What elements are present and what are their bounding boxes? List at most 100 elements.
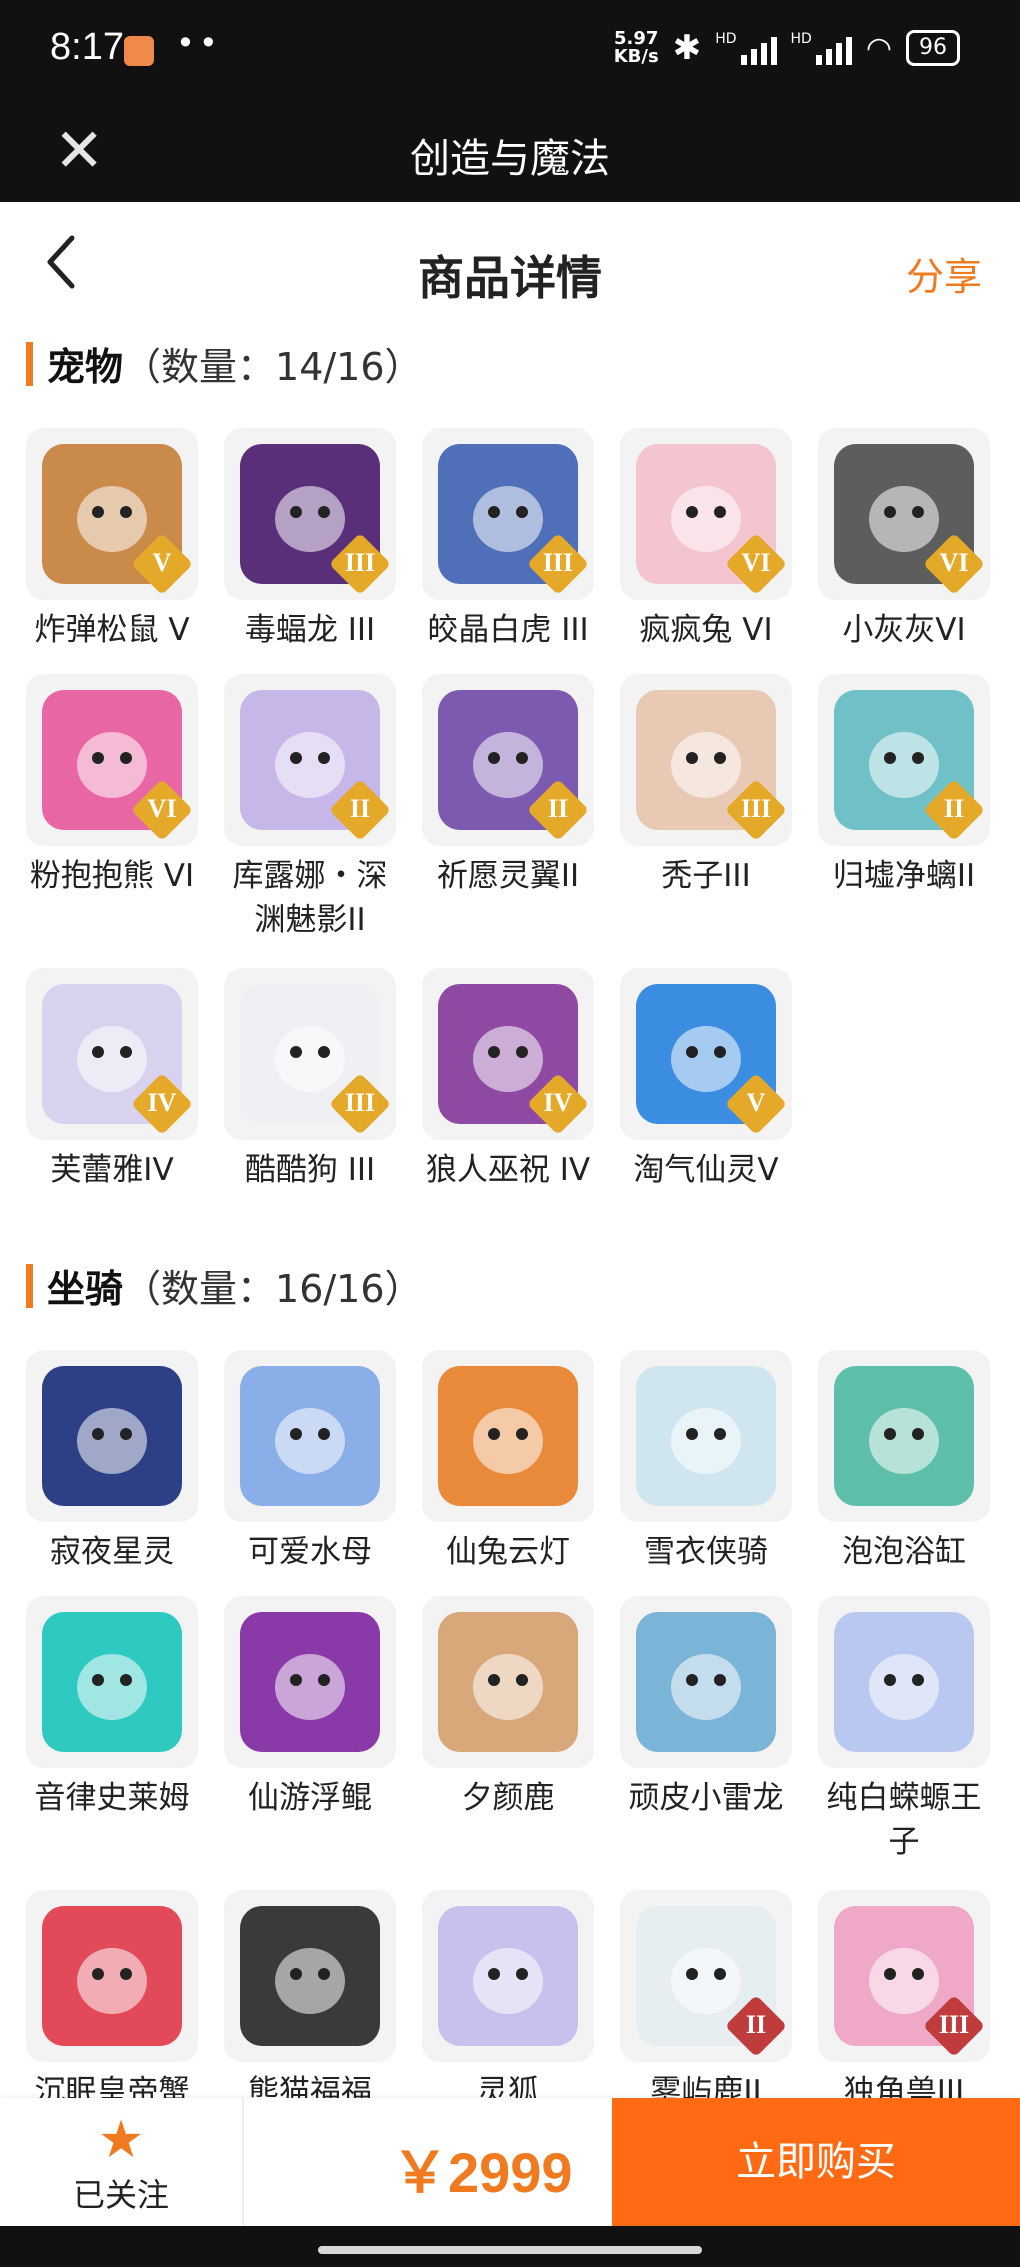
buy-now-button[interactable]: 立即购买 bbox=[612, 2098, 1020, 2226]
pets-item[interactable]: III 毒蝠龙 III bbox=[224, 428, 396, 674]
mounts-item[interactable]: 泡泡浴缸 bbox=[818, 1350, 990, 1596]
tier-badge-text: IV bbox=[147, 1088, 177, 1117]
pets-item[interactable]: V 炸弹松鼠 V bbox=[26, 428, 198, 674]
star-icon: ★ bbox=[97, 2110, 145, 2170]
mounts-item-label: 泡泡浴缸 bbox=[842, 1534, 966, 1570]
mounts-item-thumbnail bbox=[422, 1890, 594, 2062]
mounts-item-thumbnail bbox=[422, 1350, 594, 1522]
mounts-item[interactable]: 雪衣侠骑 bbox=[620, 1350, 792, 1596]
tier-badge-text: VI bbox=[939, 548, 969, 577]
character-image-icon bbox=[240, 1906, 380, 2046]
character-image-icon bbox=[834, 1612, 974, 1752]
follow-button[interactable]: ★ 已关注 bbox=[0, 2098, 244, 2226]
battery-icon: 96 bbox=[906, 30, 960, 66]
follow-label: 已关注 bbox=[72, 2176, 169, 2214]
tier-badge-text: V bbox=[746, 1088, 766, 1117]
pets-item-thumbnail: V bbox=[620, 968, 792, 1140]
section-marker bbox=[26, 341, 33, 386]
pets-item-label: 秃子III bbox=[661, 858, 751, 894]
mounts-section-title: 坐骑 （数量：16/16） bbox=[26, 1258, 423, 1313]
pets-item[interactable]: VI 小灰灰VI bbox=[818, 428, 990, 674]
character-image-icon bbox=[42, 1612, 182, 1752]
tier-badge-text: IV bbox=[543, 1088, 573, 1117]
character-image-icon bbox=[636, 1612, 776, 1752]
mounts-item-thumbnail bbox=[26, 1596, 198, 1768]
bottom-action-bar: ★ 已关注 ￥2999 立即购买 bbox=[0, 2098, 1020, 2226]
character-image-icon bbox=[834, 1366, 974, 1506]
character-image-icon bbox=[438, 1906, 578, 2046]
mounts-item-thumbnail bbox=[26, 1890, 198, 2062]
tier-badge-text: II bbox=[547, 794, 569, 823]
mounts-item[interactable]: 顽皮小雷龙 bbox=[620, 1596, 792, 1890]
mounts-item-label: 纯白蝾螈王子 bbox=[826, 1780, 982, 1860]
tier-badge-text: III bbox=[344, 1088, 376, 1117]
pets-item[interactable]: V 淘气仙灵V bbox=[620, 968, 792, 1214]
mounts-item[interactable]: 夕颜鹿 bbox=[422, 1596, 594, 1890]
section-marker bbox=[26, 1263, 33, 1308]
pets-item[interactable]: IV 狼人巫祝 IV bbox=[422, 968, 594, 1214]
mounts-item-thumbnail bbox=[224, 1350, 396, 1522]
tier-badge-text: II bbox=[943, 794, 965, 823]
mounts-section-name: 坐骑 bbox=[47, 1267, 124, 1311]
pets-item[interactable]: III 皎晶白虎 III bbox=[422, 428, 594, 674]
mounts-item[interactable]: 仙兔云灯 bbox=[422, 1350, 594, 1596]
tier-badge-text: II bbox=[349, 794, 371, 823]
mounts-item[interactable]: 可爱水母 bbox=[224, 1350, 396, 1596]
tier-badge-text: III bbox=[542, 548, 574, 577]
mounts-item-label: 雪衣侠骑 bbox=[644, 1534, 768, 1570]
character-image-icon bbox=[42, 1906, 182, 2046]
tier-badge-text: II bbox=[745, 2010, 767, 2039]
pets-item[interactable]: II 祈愿灵翼II bbox=[422, 674, 594, 968]
page-title: 商品详情 bbox=[418, 251, 602, 305]
pets-item-label: 淘气仙灵V bbox=[633, 1152, 779, 1188]
status-bar: 8:17 •• 5.97 KB/s ✱ HD HD ◠ 96 bbox=[0, 0, 1020, 100]
network-speed-unit: KB/s bbox=[613, 46, 659, 67]
mounts-item[interactable]: 音律史莱姆 bbox=[26, 1596, 198, 1890]
character-image-icon bbox=[240, 1366, 380, 1506]
notification-app-icon bbox=[124, 36, 154, 66]
pets-item[interactable]: III 秃子III bbox=[620, 674, 792, 968]
character-image-icon bbox=[42, 1366, 182, 1506]
mounts-item-thumbnail bbox=[26, 1350, 198, 1522]
mounts-item-thumbnail: III bbox=[818, 1890, 990, 2062]
mounts-item-label: 夕颜鹿 bbox=[461, 1780, 555, 1816]
tier-badge-text: III bbox=[344, 548, 376, 577]
pets-item[interactable]: II 归墟净螭II bbox=[818, 674, 990, 968]
pets-item-label: 归墟净螭II bbox=[832, 858, 976, 894]
mounts-item-thumbnail bbox=[620, 1596, 792, 1768]
pets-item[interactable]: VI 疯疯兔 VI bbox=[620, 428, 792, 674]
status-time: 8:17 bbox=[50, 26, 124, 68]
app-title: 创造与魔法 bbox=[410, 136, 610, 182]
home-gesture-handle[interactable] bbox=[318, 2246, 702, 2254]
pets-item[interactable]: VI 粉抱抱熊 VI bbox=[26, 674, 198, 968]
pets-item-thumbnail: IV bbox=[422, 968, 594, 1140]
pets-item-thumbnail: III bbox=[422, 428, 594, 600]
mounts-grid: 寂夜星灵 可爱水母 仙兔云灯 雪衣侠骑 泡泡浴缸音律史莱姆 仙游浮鲲 夕颜鹿 顽皮小雷龙 纯白蝾… bbox=[26, 1350, 998, 2136]
pets-item[interactable]: II 库露娜・深渊魅影II bbox=[224, 674, 396, 968]
mounts-item[interactable]: 寂夜星灵 bbox=[26, 1350, 198, 1596]
pets-item-thumbnail: V bbox=[26, 428, 198, 600]
character-image-icon bbox=[438, 1612, 578, 1752]
mounts-item-thumbnail bbox=[818, 1596, 990, 1768]
hd-label-2: HD bbox=[790, 31, 812, 47]
bluetooth-icon: ✱ bbox=[672, 28, 702, 68]
pets-item-thumbnail: VI bbox=[620, 428, 792, 600]
mounts-item[interactable]: 纯白蝾螈王子 bbox=[818, 1596, 990, 1890]
mounts-item[interactable]: 仙游浮鲲 bbox=[224, 1596, 396, 1890]
pets-item-thumbnail: III bbox=[224, 428, 396, 600]
page-header: 商品详情 分享 bbox=[0, 202, 1020, 332]
status-icons: 5.97 KB/s ✱ HD HD ◠ 96 bbox=[614, 28, 960, 68]
share-button[interactable]: 分享 bbox=[906, 246, 982, 301]
pets-item-thumbnail: II bbox=[224, 674, 396, 846]
pets-item-label: 毒蝠龙 III bbox=[244, 612, 376, 648]
wifi-icon: ◠ bbox=[865, 30, 892, 66]
pets-section-count: （数量：14/16） bbox=[123, 345, 423, 389]
signal-1-icon: HD bbox=[715, 31, 777, 65]
pets-item-label: 皎晶白虎 III bbox=[427, 612, 589, 648]
pets-item[interactable]: IV 芙蕾雅IV bbox=[26, 968, 198, 1214]
pets-item-label: 粉抱抱熊 VI bbox=[29, 858, 195, 894]
pets-section-name: 宠物 bbox=[47, 345, 124, 389]
mounts-item-thumbnail: II bbox=[620, 1890, 792, 2062]
pets-item[interactable]: III 酷酷狗 III bbox=[224, 968, 396, 1214]
hd-label-1: HD bbox=[715, 31, 737, 47]
